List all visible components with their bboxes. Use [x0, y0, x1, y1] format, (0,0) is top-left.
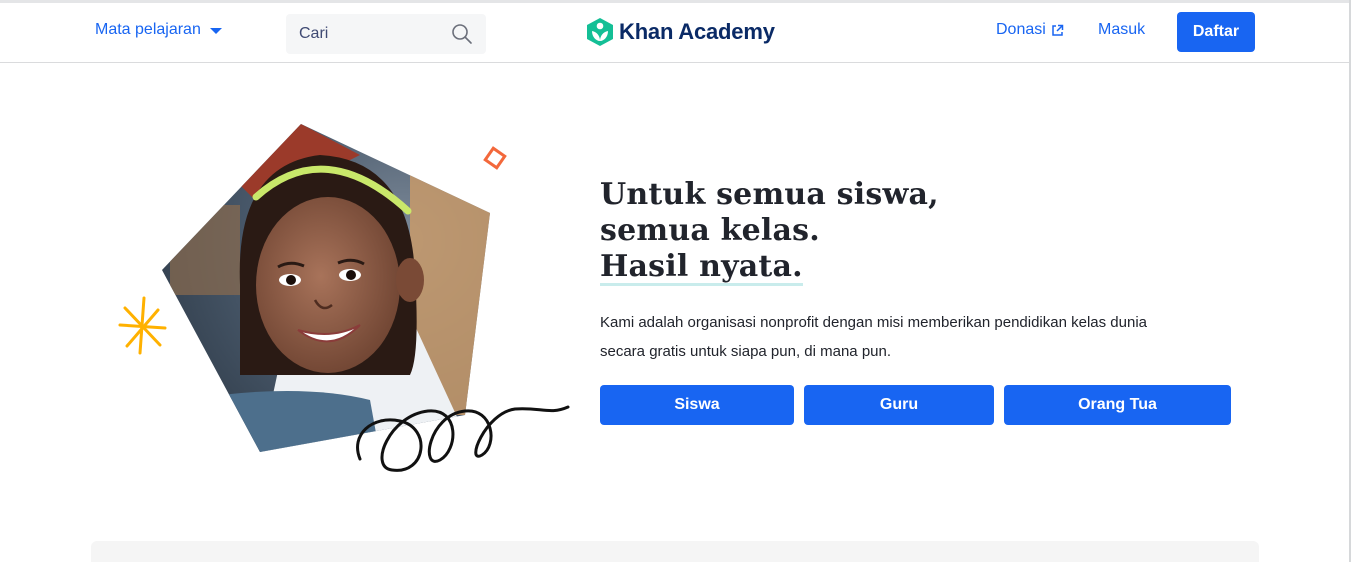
hero-headline-line-1: Untuk semua siswa, — [600, 177, 939, 212]
site-header: Mata pelajaran Khan Academy Donasi Masuk… — [0, 3, 1349, 63]
hero-description: Kami adalah organisasi nonprofit dengan … — [600, 314, 1147, 360]
subjects-dropdown-label: Mata pelajaran — [95, 21, 201, 38]
caret-down-icon — [209, 28, 222, 34]
hero-headline-line-3: Hasil nyata. — [600, 249, 803, 286]
donate-link[interactable]: Donasi — [996, 21, 1064, 39]
search-box — [286, 14, 486, 54]
external-link-icon — [1052, 24, 1064, 36]
parent-button[interactable]: Orang Tua — [1004, 385, 1231, 425]
hero-headline: Untuk semua siswa, semua kelas. Hasil ny… — [600, 177, 939, 286]
next-section-card — [91, 541, 1259, 562]
brand-name: Khan Academy — [619, 19, 775, 44]
sparkle-icon — [118, 296, 167, 355]
signup-button[interactable]: Daftar — [1177, 12, 1255, 52]
khan-academy-logo-icon — [587, 18, 613, 46]
search-icon[interactable] — [451, 23, 473, 45]
student-photo — [162, 124, 490, 452]
donate-label: Donasi — [996, 21, 1046, 38]
teacher-button[interactable]: Guru — [804, 385, 994, 425]
hero-headline-line-2: semua kelas. — [600, 213, 820, 248]
student-button[interactable]: Siswa — [600, 385, 794, 425]
subjects-dropdown[interactable]: Mata pelajaran — [95, 21, 222, 39]
khan-academy-logo[interactable]: Khan Academy — [586, 17, 775, 47]
diamond-outline-icon — [483, 146, 507, 170]
login-link[interactable]: Masuk — [1098, 21, 1145, 39]
hero-illustration — [118, 124, 570, 472]
